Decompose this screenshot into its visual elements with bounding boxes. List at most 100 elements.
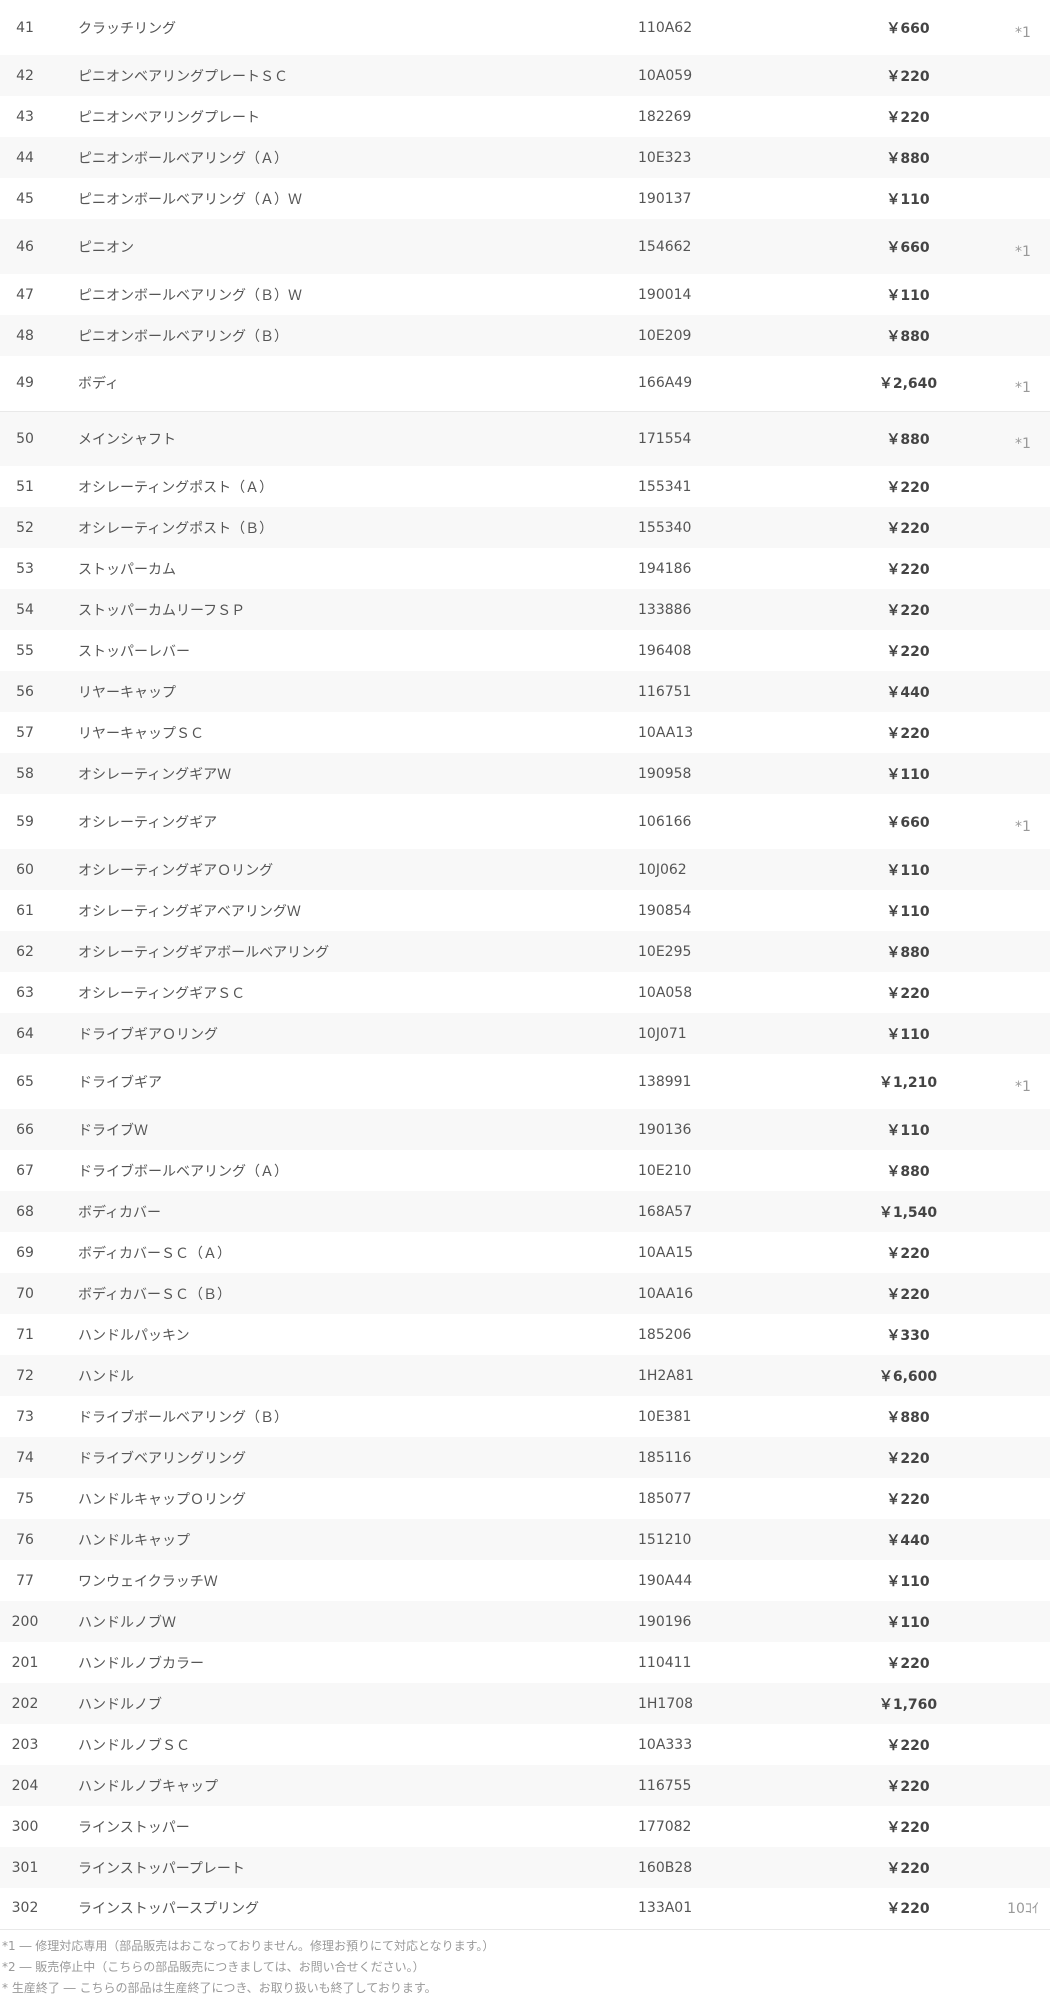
part-code: 10A059	[638, 67, 693, 84]
table-row: 202 ハンドルノブ 1H1708 ￥1,760	[0, 1683, 1050, 1724]
part-note	[968, 1150, 1050, 1191]
part-code: 116751	[638, 683, 692, 700]
table-row: 43 ピニオンベアリングプレート 182269 ￥220	[0, 96, 1050, 137]
table-row: 74 ドライブベアリングリング 185116 ￥220	[0, 1437, 1050, 1478]
part-number: 76	[16, 1531, 34, 1548]
parts-table: 41 クラッチリング 110A62 ￥660 *1 42 ピニオンベアリングプレートＳＣ 10…	[0, 0, 1050, 1930]
part-code: 154662	[638, 238, 692, 255]
part-price: ￥880	[886, 1163, 930, 1180]
part-number: 58	[16, 765, 34, 782]
part-price: ￥220	[886, 1491, 930, 1508]
part-price: ￥220	[886, 985, 930, 1002]
part-price: ￥220	[886, 1737, 930, 1754]
part-name: ラインストッパー	[78, 1819, 190, 1836]
part-name: クラッチリング	[78, 20, 176, 37]
part-name: ボディ	[50, 356, 638, 412]
part-price: ￥880	[886, 150, 930, 167]
part-price: ￥880	[886, 431, 930, 448]
part-number: 71	[16, 1326, 34, 1343]
part-number: 204	[11, 1777, 39, 1794]
part-note	[968, 1806, 1050, 1847]
part-number: 44	[16, 149, 34, 166]
part-code: 151210	[638, 1531, 692, 1548]
part-note	[968, 1355, 1050, 1396]
part-code: 110411	[638, 1654, 692, 1671]
part-price: ￥220	[886, 520, 930, 537]
part-price: ￥110	[886, 1122, 930, 1139]
part-code: 190014	[638, 286, 692, 303]
part-note	[968, 1847, 1050, 1888]
part-note	[968, 178, 1050, 219]
part-code: 194186	[638, 560, 692, 577]
part-number: 201	[11, 1654, 39, 1671]
table-row: 62 オシレーティングギアボールベアリング 10E295 ￥880	[0, 931, 1050, 972]
part-number: 64	[16, 1025, 34, 1042]
part-name: オシレーティングギアボールベアリング	[78, 944, 330, 961]
table-row: 67 ドライブボールベアリング（Ａ） 10E210 ￥880	[0, 1150, 1050, 1191]
part-note	[968, 1396, 1050, 1437]
part-price: ￥6,600	[878, 1368, 938, 1385]
part-price: ￥220	[886, 1245, 930, 1262]
table-row: 72 ハンドル 1H2A81 ￥6,600	[0, 1355, 1050, 1396]
part-price: ￥220	[886, 1778, 930, 1795]
part-price: ￥220	[886, 1450, 930, 1467]
part-price: ￥220	[886, 561, 930, 578]
table-row: 68 ボディカバー 168A57 ￥1,540	[0, 1191, 1050, 1232]
part-name: ドライブギアＯリング	[78, 1026, 218, 1043]
part-note: *1	[1015, 1078, 1031, 1095]
table-row: 44 ピニオンボールベアリング（Ａ） 10E323 ￥880	[0, 137, 1050, 178]
part-code: 10E295	[638, 943, 692, 960]
table-row: 55 ストッパーレバー 196408 ￥220	[0, 630, 1050, 671]
part-name: ストッパーレバー	[78, 643, 190, 660]
part-price: ￥220	[886, 1286, 930, 1303]
part-code: 190196	[638, 1613, 692, 1630]
part-number: 202	[11, 1695, 39, 1712]
part-price: ￥440	[886, 684, 930, 701]
part-name: ハンドルキャップ	[78, 1532, 190, 1549]
part-note	[968, 1109, 1050, 1150]
part-code: 10AA13	[638, 724, 694, 741]
part-code: 160B28	[638, 1859, 693, 1876]
table-row: 71 ハンドルパッキン 185206 ￥330	[0, 1314, 1050, 1355]
part-price: ￥220	[848, 1888, 968, 1930]
parts-table-body: 41 クラッチリング 110A62 ￥660 *1 42 ピニオンベアリングプレートＳＣ 10…	[0, 0, 1050, 1930]
part-note	[968, 1191, 1050, 1232]
table-row: 76 ハンドルキャップ 151210 ￥440	[0, 1519, 1050, 1560]
part-number: 63	[16, 984, 34, 1001]
part-name: ストッパーカム	[78, 561, 176, 578]
part-note	[968, 274, 1050, 315]
part-code: 168A57	[638, 1203, 693, 1220]
part-name: ピニオンベアリングプレート	[78, 109, 260, 126]
part-note	[968, 1683, 1050, 1724]
part-code: 138991	[638, 1073, 692, 1090]
part-code: 1H1708	[638, 1695, 694, 1712]
part-name: ドライブボールベアリング（Ｂ）	[78, 1409, 288, 1426]
part-name: ピニオンボールベアリング（Ａ）	[78, 150, 288, 167]
part-name: オシレーティングギア	[78, 814, 218, 831]
part-note	[968, 849, 1050, 890]
part-number: 45	[16, 190, 34, 207]
part-name: ピニオンボールベアリング（Ａ）Ｗ	[78, 191, 302, 208]
part-number: 55	[16, 642, 34, 659]
part-price: ￥1,210	[878, 1074, 938, 1091]
part-number: 69	[16, 1244, 34, 1261]
part-number: 200	[11, 1613, 39, 1630]
part-name: オシレーティングギアＳＣ	[78, 985, 246, 1002]
part-price: ￥220	[886, 725, 930, 742]
part-note: *1	[1015, 243, 1031, 260]
table-row: 42 ピニオンベアリングプレートＳＣ 10A059 ￥220	[0, 55, 1050, 96]
part-code: 10E381	[638, 1408, 692, 1425]
part-name: ドライブボールベアリング（Ａ）	[78, 1163, 288, 1180]
part-code: 133886	[638, 601, 692, 618]
part-code: 155340	[638, 519, 692, 536]
part-code: 177082	[638, 1818, 692, 1835]
part-number: 50	[16, 430, 34, 447]
part-note	[968, 1437, 1050, 1478]
part-number: 65	[16, 1073, 34, 1090]
part-price: ￥220	[886, 109, 930, 126]
part-number: 51	[16, 478, 34, 495]
part-number: 300	[11, 1818, 39, 1835]
part-price: ￥880	[886, 944, 930, 961]
part-code: 10A058	[638, 984, 693, 1001]
part-price: ￥880	[886, 1409, 930, 1426]
